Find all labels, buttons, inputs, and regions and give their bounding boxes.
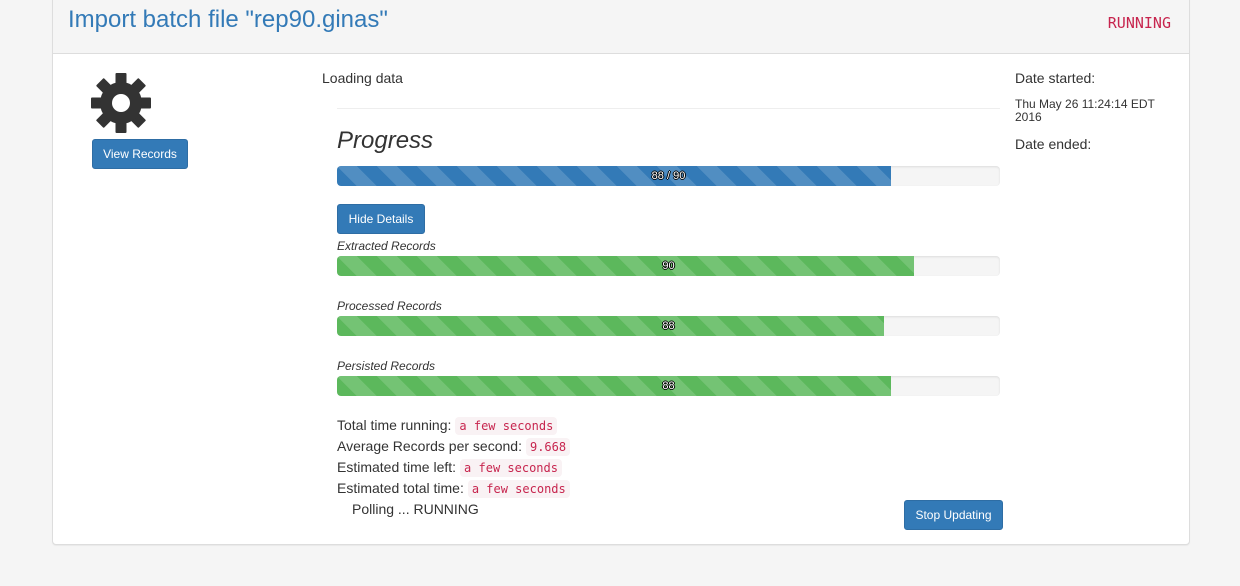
processed-records-bar: 88 xyxy=(337,316,1000,336)
stat-value: 9.668 xyxy=(525,438,571,456)
stat-time-left: Estimated time left: a few seconds xyxy=(337,459,562,477)
page-title: Import batch file "rep90.ginas" xyxy=(68,6,388,33)
overall-progress-bar: 88 / 90 xyxy=(337,166,1000,186)
date-started-label: Date started: xyxy=(1015,70,1096,86)
stat-value: a few seconds xyxy=(467,480,570,498)
import-panel: Import batch file "rep90.ginas" RUNNING … xyxy=(52,0,1190,545)
panel-heading: Import batch file "rep90.ginas" RUNNING xyxy=(53,0,1189,54)
processed-records-label: Processed Records xyxy=(337,299,442,313)
stat-label: Estimated time left: xyxy=(337,459,457,475)
stat-total-estimated: Estimated total time: a few seconds xyxy=(337,480,570,498)
overall-progress-text: 88 / 90 xyxy=(651,170,686,182)
stat-label: Total time running: xyxy=(337,417,452,433)
date-ended-label: Date ended: xyxy=(1015,136,1092,152)
stat-total-time: Total time running: a few seconds xyxy=(337,417,558,435)
stat-value: a few seconds xyxy=(460,459,562,477)
status-badge: RUNNING xyxy=(1107,14,1171,32)
processed-records-text: 88 xyxy=(662,320,675,332)
stat-avg-records: Average Records per second: 9.668 xyxy=(337,438,571,456)
loading-label: Loading data xyxy=(322,70,403,86)
hide-details-button[interactable]: Hide Details xyxy=(337,204,425,234)
stop-updating-button[interactable]: Stop Updating xyxy=(904,500,1003,530)
gear-icon xyxy=(91,73,151,133)
progress-heading: Progress xyxy=(337,127,434,154)
extracted-records-text: 90 xyxy=(662,260,675,272)
persisted-records-bar: 88 xyxy=(337,376,1000,396)
divider xyxy=(337,108,1000,109)
stat-label: Average Records per second: xyxy=(337,438,522,454)
extracted-records-label: Extracted Records xyxy=(337,239,436,253)
view-records-button[interactable]: View Records xyxy=(92,139,188,169)
persisted-records-label: Persisted Records xyxy=(337,359,436,373)
extracted-records-bar: 90 xyxy=(337,256,1000,276)
date-started-value: Thu May 26 11:24:14 EDT 2016 xyxy=(1015,97,1155,124)
stat-label: Estimated total time: xyxy=(337,480,464,496)
polling-status: Polling ... RUNNING xyxy=(352,501,479,517)
persisted-records-text: 88 xyxy=(662,380,675,392)
stat-value: a few seconds xyxy=(455,417,558,435)
